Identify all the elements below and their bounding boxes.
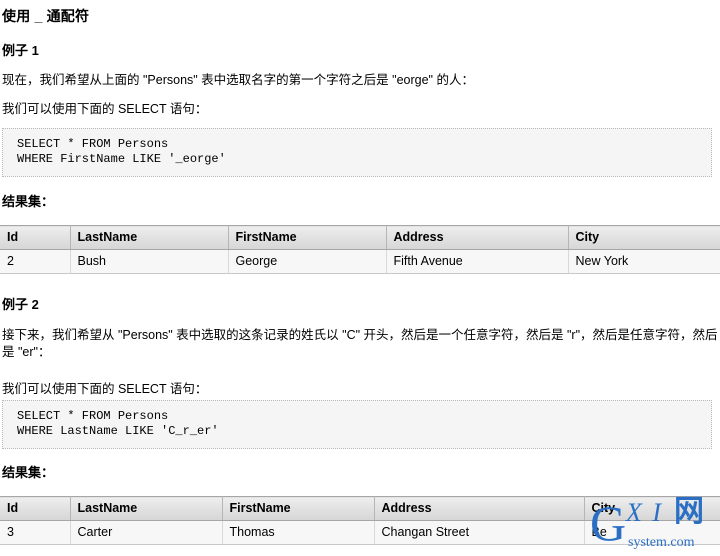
example-2-lead-text: 我们可以使用下面的 SELECT 语句： <box>2 382 208 396</box>
example-2-code-block: SELECT * FROM Persons WHERE LastName LIK… <box>2 400 712 449</box>
example-2-sql-code: SELECT * FROM Persons WHERE LastName LIK… <box>17 409 219 438</box>
example-2-result-label: 结果集： <box>2 465 55 480</box>
example-1-result-table-wrap: Id LastName FirstName Address City 2 Bus… <box>0 225 720 274</box>
column-header-address: Address <box>374 496 585 521</box>
column-header-address: Address <box>386 225 569 250</box>
example-1-heading: 例子 1 <box>2 43 39 58</box>
cell-address: Fifth Avenue <box>386 249 569 274</box>
cell-address: Changan Street <box>374 520 585 545</box>
table-header-row: Id LastName FirstName Address City <box>0 225 720 250</box>
example-1-sql-code: SELECT * FROM Persons WHERE FirstName LI… <box>17 137 226 166</box>
cell-firstname: George <box>228 249 387 274</box>
table-row: 3 Carter Thomas Changan Street Be <box>0 520 720 545</box>
example-1-lead-text: 我们可以使用下面的 SELECT 语句： <box>2 102 208 116</box>
column-header-city: City <box>568 225 720 250</box>
example-1-result-label: 结果集： <box>2 194 55 209</box>
example-2-intro-text: 接下来，我们希望从 "Persons" 表中选取的这条记录的姓氏以 "C" 开头… <box>2 328 718 359</box>
column-header-firstname: FirstName <box>222 496 375 521</box>
cell-id: 2 <box>0 249 71 274</box>
column-header-firstname: FirstName <box>228 225 387 250</box>
column-header-lastname: LastName <box>70 225 229 250</box>
table-header-row: Id LastName FirstName Address City <box>0 496 720 521</box>
cell-lastname: Bush <box>70 249 229 274</box>
column-header-city: City <box>584 496 720 521</box>
example-1-code-block: SELECT * FROM Persons WHERE FirstName LI… <box>2 128 712 177</box>
cell-lastname: Carter <box>70 520 223 545</box>
cell-city: Be <box>584 520 720 545</box>
example-2-result-table: Id LastName FirstName Address City 3 Car… <box>0 496 720 545</box>
cell-firstname: Thomas <box>222 520 375 545</box>
example-2-heading: 例子 2 <box>2 297 39 312</box>
page-title: 使用 _ 通配符 <box>2 8 90 24</box>
page-root: 使用 _ 通配符 例子 1 现在，我们希望从上面的 "Persons" 表中选取… <box>0 0 720 556</box>
example-2-result-table-wrap: Id LastName FirstName Address City 3 Car… <box>0 496 720 545</box>
column-header-id: Id <box>0 496 71 521</box>
example-1-result-table: Id LastName FirstName Address City 2 Bus… <box>0 225 720 274</box>
cell-id: 3 <box>0 520 71 545</box>
cell-city: New York <box>568 249 720 274</box>
table-row: 2 Bush George Fifth Avenue New York <box>0 249 720 274</box>
example-1-intro-text: 现在，我们希望从上面的 "Persons" 表中选取名字的第一个字符之后是 "e… <box>2 73 474 87</box>
column-header-lastname: LastName <box>70 496 223 521</box>
column-header-id: Id <box>0 225 71 250</box>
